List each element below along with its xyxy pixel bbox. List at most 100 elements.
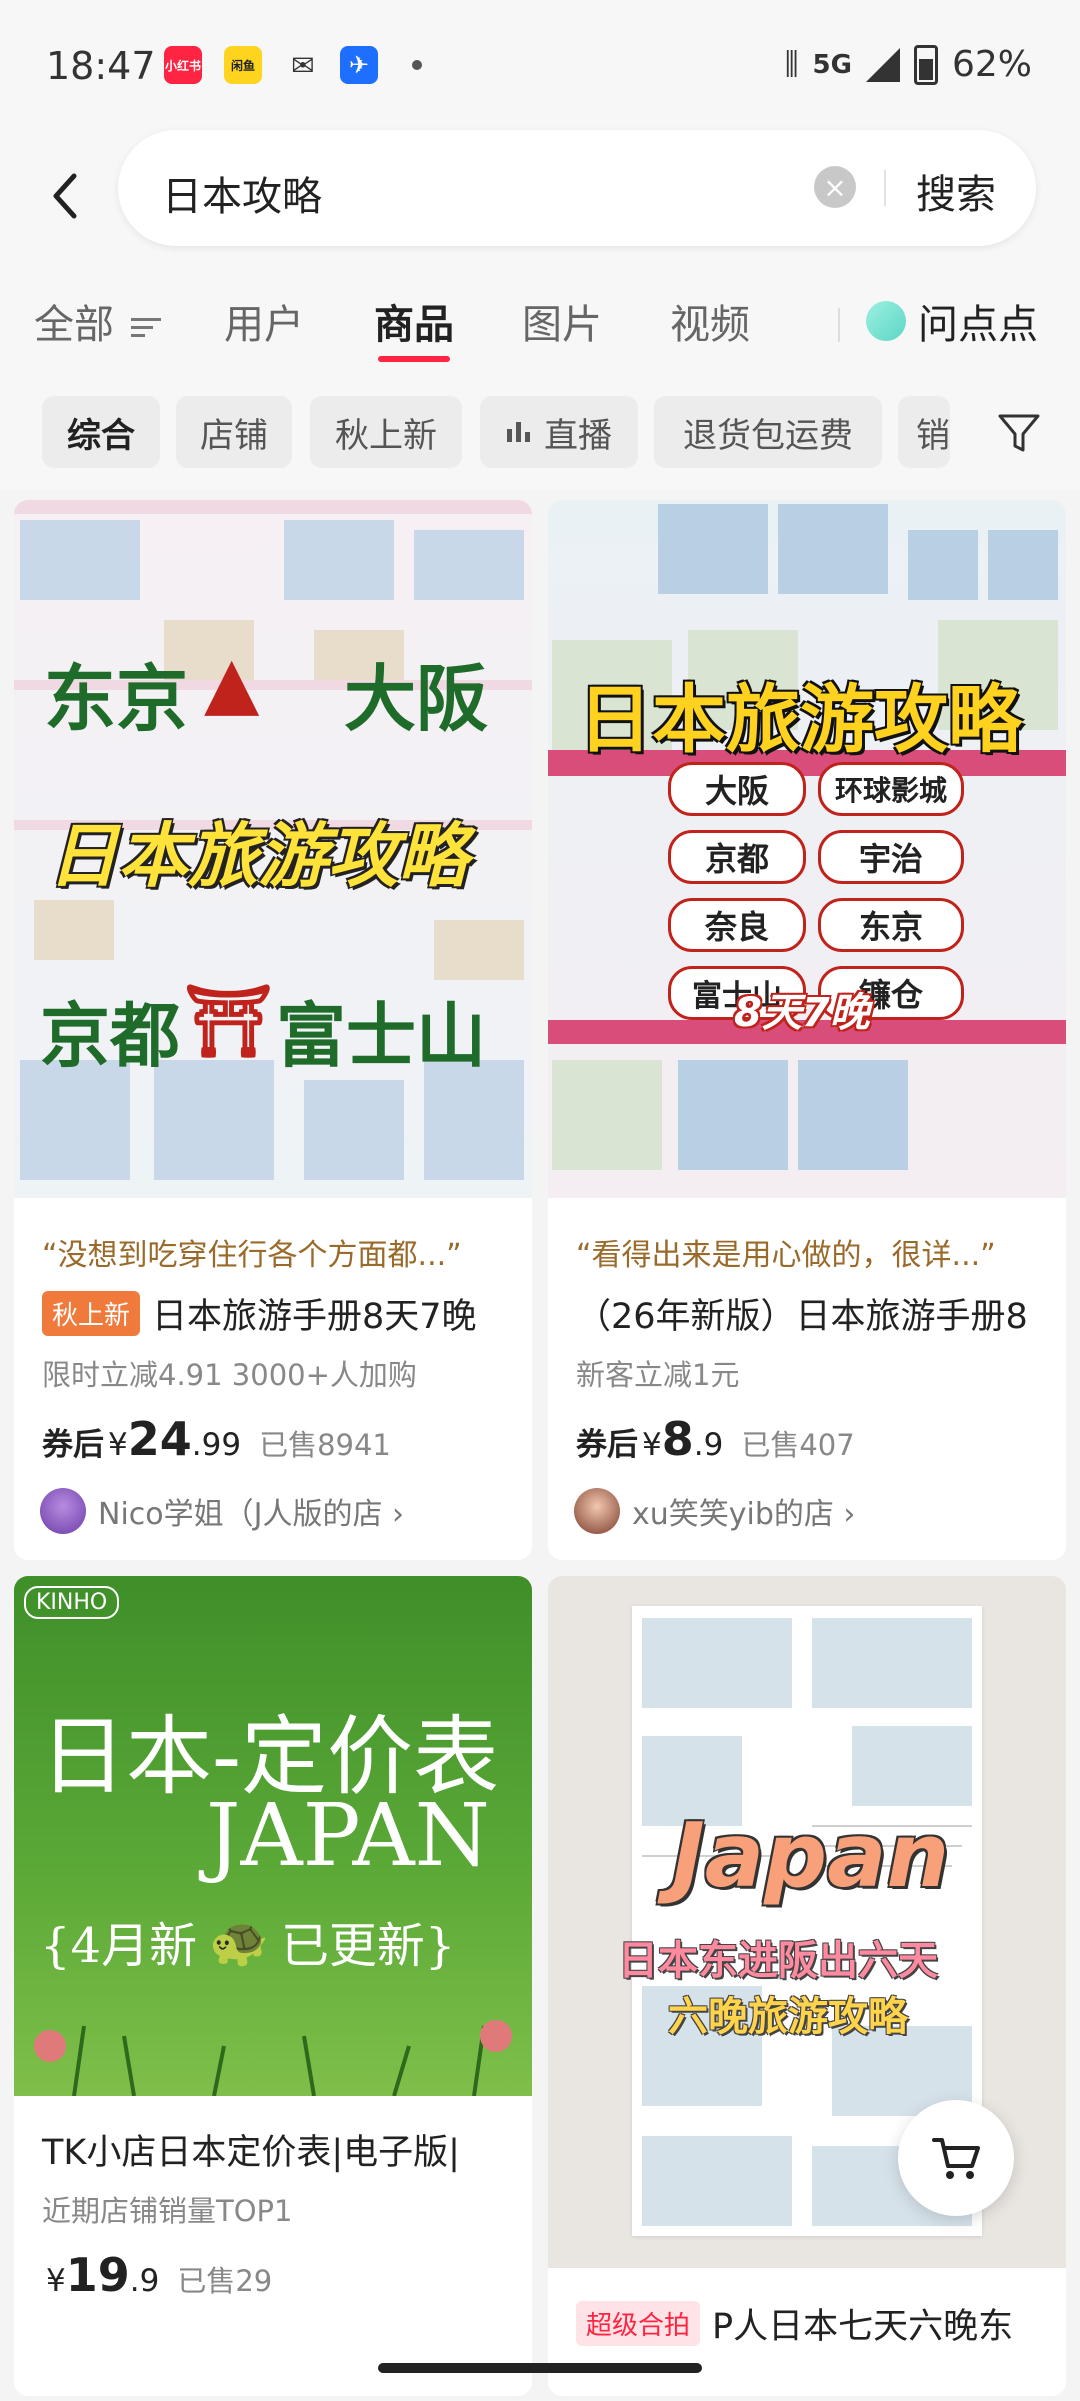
xianyu-app-icon: 闲鱼 [224,46,262,84]
vibrate-icon: ⫼ [784,47,799,82]
product-title-text: （26年新版）日本旅游手册8 [576,1297,1028,1337]
promo-meta: 新客立减1元 [576,1358,740,1392]
chip-stores[interactable]: 店铺 [176,396,292,468]
product-card[interactable]: 东京 ▲ 大阪 日本旅游攻略 京都 ⛩ 富士山 “没想到吃穿住行各个方面都...… [14,500,532,1560]
search-box[interactable]: 日本攻略 × 搜索 [118,130,1036,246]
city-kyoto: 京都 [668,830,806,884]
xiaohongshu-app-icon: 小红书 [164,46,202,84]
product-cover-image[interactable]: 日本旅游攻略 大阪 环球影城 京都 宇治 奈良 东京 富士山 镰仓 8天7晚 [548,500,1066,1198]
tab-videos[interactable]: 视频 [670,292,750,350]
shopping-cart-icon [932,2138,980,2179]
product-cover-image[interactable]: 东京 ▲ 大阪 日本旅游攻略 京都 ⛩ 富士山 [14,500,532,1198]
cover-city-kyoto: 京都 [40,995,180,1077]
promo-meta: 近期店铺销量TOP1 [42,2194,293,2228]
brand-logo: KINHO [24,1586,120,1619]
cover-line-3a: {4月新 [40,1918,198,1974]
autumn-new-tag: 秋上新 [42,1291,141,1336]
chip-live[interactable]: 直播 [480,396,638,468]
ask-ai-label: 问点点 [918,302,1038,348]
cover-city-osaka: 大阪 [344,657,489,741]
currency-symbol: ¥ [108,1427,128,1463]
cart-button[interactable] [898,2100,1014,2216]
cover-line-2: 六晚旅游攻略 [668,1994,908,2040]
shop-avatar [574,1488,620,1534]
city-uji: 宇治 [818,830,964,884]
active-tab-indicator [378,356,450,362]
review-quote: “没想到吃穿住行各个方面都...” [42,1238,462,1273]
product-title-text: P人日本七天六晚东 [712,2307,1014,2347]
network-label: 5G [812,49,852,80]
price-decimal: .99 [191,1427,242,1463]
cover-script-title: Japan [672,1804,950,1907]
tab-all-label: 全部 [34,302,114,348]
result-tabs: 全部 用户 商品 图片 视频 问点点 [0,270,1080,370]
chip-autumn-new[interactable]: 秋上新 [310,396,462,468]
clear-search-icon[interactable]: × [814,166,856,208]
turtle-icon: 🐢 [209,1913,269,1970]
mail-icon: ✉ [291,48,315,82]
chip-sales[interactable]: 销 [898,396,950,468]
shop-link[interactable]: xu笑笑yib的店 › [574,1488,855,1534]
price-line: ¥ 19 .9 已售29 [42,2248,272,2302]
price-integer: 19 [65,2248,130,2302]
price-decimal: .9 [693,1427,724,1463]
product-title: 秋上新 日本旅游手册8天7晚 [42,1288,477,1339]
price-integer: 24 [127,1412,192,1466]
shop-name: Nico学姐（J人版的店 › [98,1497,405,1532]
ai-assistant-icon [866,301,906,341]
city-nara: 奈良 [668,898,806,952]
cover-line-3b: 已更新} [280,1918,456,1974]
chip-comprehensive[interactable]: 综合 [42,396,160,468]
tabs-divider [838,308,840,342]
tab-users[interactable]: 用户 [224,292,304,350]
product-title: （26年新版）日本旅游手册8 [576,1288,1028,1339]
battery-icon [913,44,938,85]
chip-live-label: 直播 [544,415,612,456]
price-prefix: 券后 [576,1427,638,1463]
cover-line-1: 日本东进阪出六天 [618,1938,938,1984]
sold-count: 已售8941 [259,1428,391,1462]
product-card[interactable]: KINHO 日本-定价表 JAPAN {4月新 🐢 已更新} TK小店日本定价表… [14,1576,532,2396]
search-button[interactable]: 搜索 [916,162,996,220]
product-cover-image[interactable]: KINHO 日本-定价表 JAPAN {4月新 🐢 已更新} [14,1576,532,2096]
home-indicator[interactable] [378,2363,702,2373]
battery-percent: 62% [951,44,1032,85]
back-arrow-icon[interactable] [46,166,86,226]
product-card[interactable]: Japan 日本东进阪出六天 六晚旅游攻略 超级合拍 P人日本七天六晚东 [548,1576,1066,2396]
currency-symbol: ¥ [642,1427,662,1463]
tab-all[interactable]: 全部 [34,292,161,350]
city-osaka: 大阪 [668,762,806,816]
shop-name: xu笑笑yib的店 › [632,1497,856,1532]
cover-main-title: 日本旅游攻略 [48,815,468,897]
more-notifications-icon [412,60,422,70]
price-line: 券后 ¥ 8 .9 已售407 [576,1412,855,1466]
filter-funnel-icon[interactable] [996,410,1042,456]
search-divider [884,170,886,206]
search-row: 日本攻略 × 搜索 [0,130,1080,270]
sold-count: 已售29 [177,2264,273,2298]
price-integer: 8 [661,1412,694,1466]
ask-ai-button[interactable]: 问点点 [866,292,1038,350]
price-line: 券后 ¥ 24 .99 已售8941 [42,1412,391,1466]
tab-products[interactable]: 商品 [374,292,454,350]
shop-link[interactable]: Nico学姐（J人版的店 › [40,1488,404,1534]
product-title-text: 日本旅游手册8天7晚 [152,1297,477,1337]
tower-icon: ▲ [204,640,260,724]
clock: 18:47 [46,44,156,88]
tab-images[interactable]: 图片 [522,292,602,350]
filter-lines-icon [130,316,161,338]
cover-line-2: JAPAN [206,1786,490,1886]
price-decimal: .9 [129,2263,160,2299]
product-card[interactable]: 日本旅游攻略 大阪 环球影城 京都 宇治 奈良 东京 富士山 镰仓 8天7晚 “… [548,500,1066,1560]
chip-free-return[interactable]: 退货包运费 [654,396,882,468]
signal-icon [865,47,900,82]
torii-icon: ⛩ [184,980,273,1062]
bar-chart-icon [506,412,532,452]
cover-line-3: {4月新 🐢 已更新} [40,1906,455,1976]
cover-city-tokyo: 东京 [44,657,189,741]
shop-avatar [40,1488,86,1534]
search-input[interactable]: 日本攻略 [162,164,322,222]
product-title: 超级合拍 P人日本七天六晚东 [576,2298,1013,2349]
product-title: TK小店日本定价表|电子版| [42,2124,460,2175]
promo-meta: 限时立减4.91 3000+人加购 [42,1358,417,1392]
